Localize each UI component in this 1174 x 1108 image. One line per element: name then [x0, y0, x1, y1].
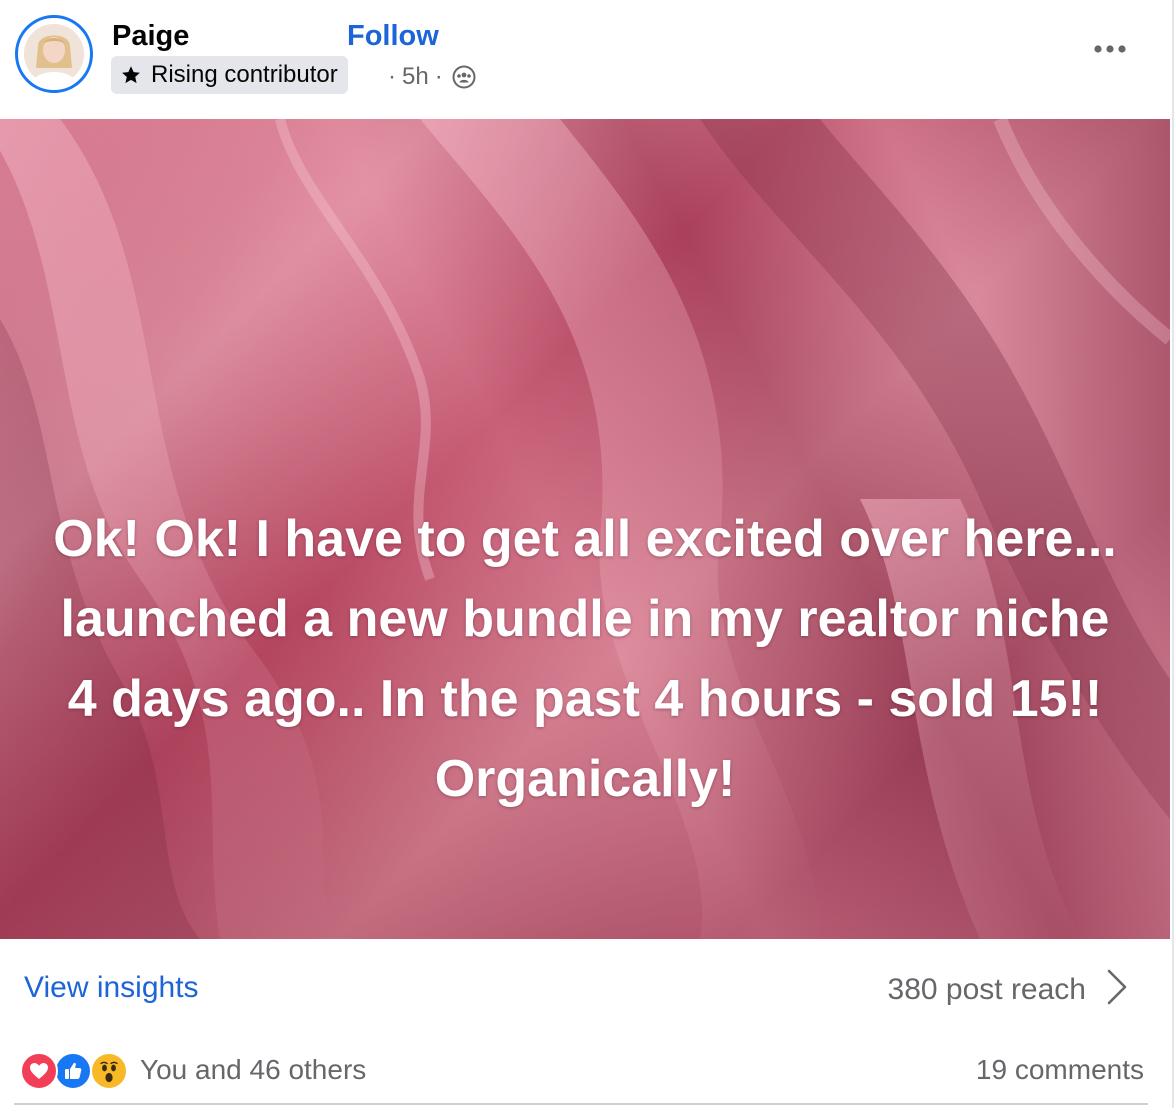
like-icon — [54, 1052, 92, 1090]
reaction-summary[interactable]: You and 46 others — [140, 1052, 366, 1088]
badge-label: Rising contributor — [151, 61, 338, 88]
post-timestamp[interactable]: 5h — [402, 59, 429, 95]
post-reach-text: 380 post reach — [887, 972, 1086, 1006]
more-options-icon[interactable] — [1090, 34, 1130, 64]
insights-row: View insights 380 post reach — [0, 940, 1170, 1036]
post-card: Paige Follow Rising contributor · 5h · O… — [0, 0, 1174, 1108]
post-header: Paige Follow Rising contributor · 5h · — [0, 0, 1174, 118]
post-reach-link[interactable]: 380 post reach — [888, 968, 1128, 1011]
view-insights-link[interactable]: View insights — [24, 970, 199, 1006]
avatar[interactable] — [24, 24, 84, 84]
reaction-icons[interactable] — [20, 1052, 132, 1090]
contributor-badge[interactable]: Rising contributor — [111, 56, 348, 94]
chevron-right-icon — [1106, 968, 1128, 1011]
star-icon — [119, 63, 143, 87]
follow-button[interactable]: Follow — [347, 18, 439, 54]
love-icon — [20, 1052, 58, 1090]
comments-count[interactable]: 19 comments — [976, 1052, 1144, 1088]
divider — [14, 1103, 1148, 1105]
reactions-row: You and 46 others 19 comments — [0, 1036, 1170, 1104]
author-name[interactable]: Paige — [112, 18, 189, 54]
meta-separator: · — [388, 63, 396, 90]
post-meta: · 5h · — [382, 59, 477, 95]
wow-icon — [90, 1052, 128, 1090]
meta-separator: · — [434, 63, 443, 90]
avatar-photo — [24, 24, 84, 84]
post-media[interactable]: Ok! Ok! I have to get all excited over h… — [0, 119, 1170, 939]
group-audience-icon[interactable] — [451, 64, 477, 90]
avatar-ring[interactable] — [15, 15, 93, 93]
post-body-text: Ok! Ok! I have to get all excited over h… — [53, 510, 1117, 808]
